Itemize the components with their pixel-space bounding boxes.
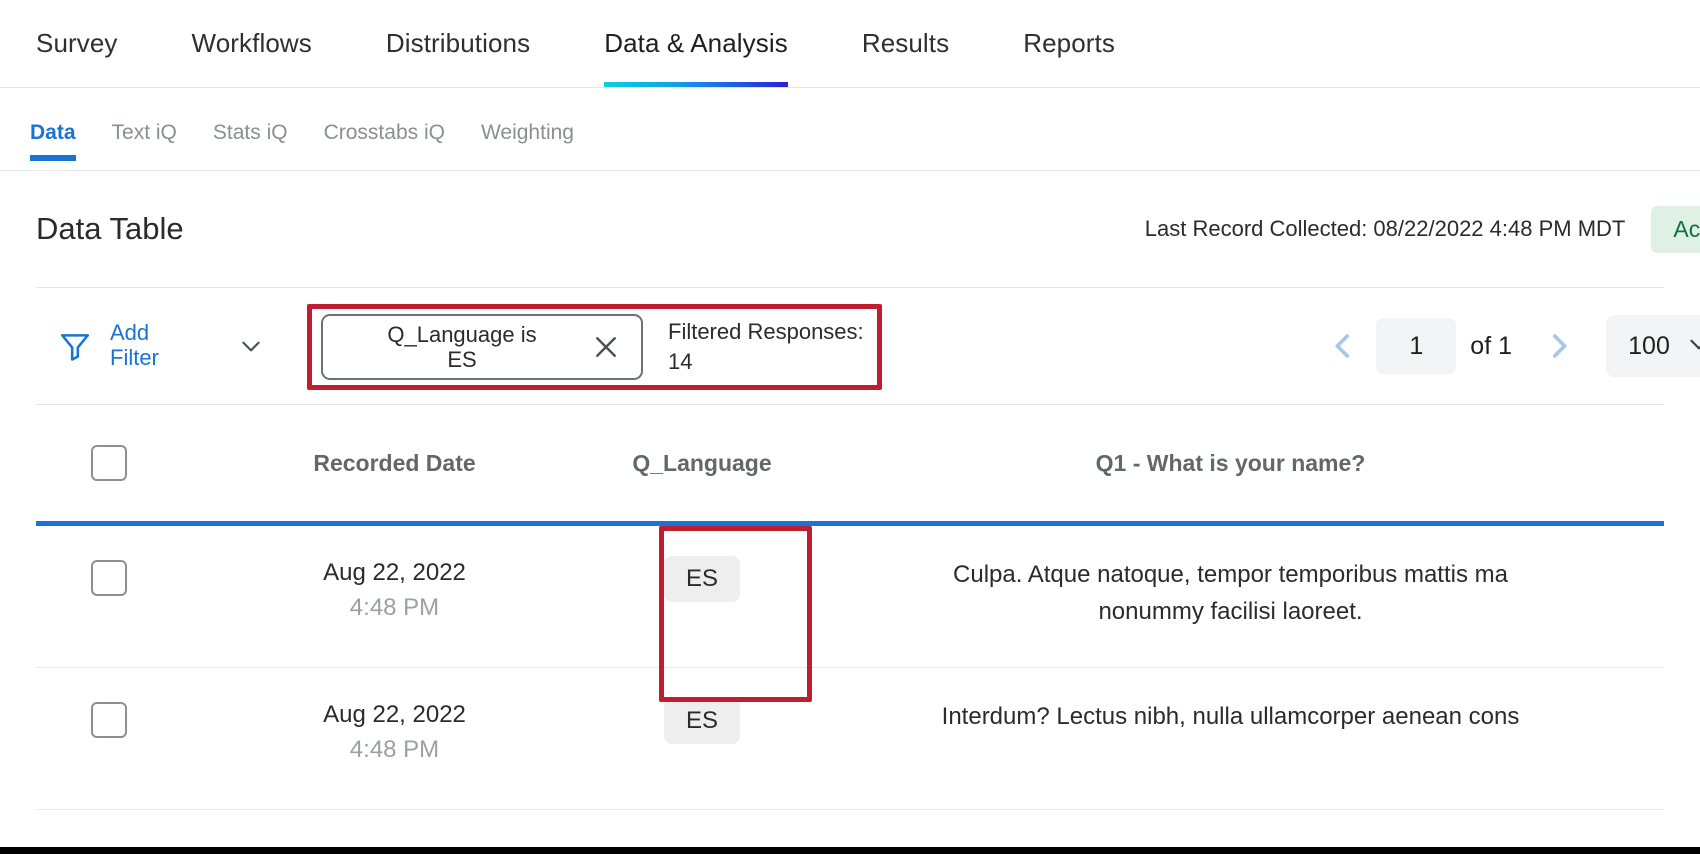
filtered-responses: Filtered Responses: 14	[668, 317, 883, 376]
filter-value: ES	[447, 347, 477, 372]
close-icon[interactable]	[591, 332, 621, 362]
viewport-bottom-edge	[0, 847, 1700, 854]
add-filter-label[interactable]: Add Filter	[110, 320, 196, 370]
cell-q-language: ES	[607, 556, 797, 603]
nav-label: Reports	[1023, 28, 1115, 58]
page-number-input[interactable]	[1376, 318, 1457, 374]
table-row[interactable]: Aug 22, 2022 4:48 PM ES Culpa. Atque nat…	[36, 526, 1664, 668]
add-filter-control[interactable]: Add Filter	[36, 320, 196, 370]
filtered-responses-count: 14	[668, 349, 693, 374]
nav-label: Data & Analysis	[604, 28, 788, 58]
nav-label: Distributions	[385, 28, 531, 58]
tab-data[interactable]: Data	[30, 88, 76, 161]
cell-q1: Culpa. Atque natoque, tempor temporibus …	[953, 561, 1508, 626]
tab-label: Stats iQ	[212, 121, 288, 144]
primary-navigation: Survey Workflows Distributions Data & An…	[0, 0, 1700, 88]
filter-field-condition: Q_Language is	[387, 321, 537, 347]
tab-label: Text iQ	[111, 121, 177, 144]
nav-label: Results	[861, 28, 950, 58]
status-badge: Active	[1651, 205, 1700, 253]
chevron-down-icon	[1686, 331, 1700, 362]
active-filter-pill[interactable]: Q_Language is ES	[321, 314, 643, 380]
data-table: Recorded Date Q_Language Q1 - What is yo…	[36, 405, 1664, 810]
chevron-left-icon[interactable]	[1326, 329, 1360, 363]
nav-item-distributions[interactable]: Distributions	[386, 0, 568, 87]
nav-item-results[interactable]: Results	[862, 0, 987, 87]
select-all-cell	[36, 445, 182, 481]
tab-weighting[interactable]: Weighting	[481, 88, 574, 145]
table-header-row: Recorded Date Q_Language Q1 - What is yo…	[36, 405, 1664, 521]
pagination-controls: of 1 100	[1310, 288, 1700, 404]
column-header-q1[interactable]: Q1 - What is your name?	[797, 450, 1664, 477]
table-row[interactable]: Aug 22, 2022 4:48 PM ES Interdum? Lectus…	[36, 668, 1664, 810]
select-all-checkbox[interactable]	[91, 445, 127, 481]
page-size-select[interactable]: 100	[1606, 315, 1700, 377]
page-size-value: 100	[1628, 331, 1670, 360]
tab-label: Crosstabs iQ	[323, 121, 445, 144]
active-filter-group: Q_Language is ES Filtered Responses: 14	[321, 314, 883, 380]
nav-item-survey[interactable]: Survey	[36, 0, 156, 87]
cell-q1: Interdum? Lectus nibh, nulla ullamcorper…	[941, 703, 1520, 730]
row-checkbox[interactable]	[91, 560, 127, 596]
page-total-label: of 1	[1470, 331, 1512, 360]
row-select-cell	[36, 556, 182, 596]
nav-item-workflows[interactable]: Workflows	[192, 0, 350, 87]
tab-text-iq[interactable]: Text iQ	[112, 88, 177, 145]
row-select-cell	[36, 698, 182, 738]
tab-label: Weighting	[480, 121, 574, 144]
tab-label: Data	[30, 121, 76, 144]
nav-label: Workflows	[191, 28, 312, 58]
nav-label: Survey	[36, 28, 118, 58]
nav-item-reports[interactable]: Reports	[1023, 0, 1153, 87]
table-body: Aug 22, 2022 4:48 PM ES Culpa. Atque nat…	[36, 526, 1664, 810]
active-tab-underline	[604, 82, 788, 87]
cell-recorded-date: Aug 22, 2022 4:48 PM	[323, 701, 466, 763]
page-title: Data Table	[36, 211, 184, 246]
header-meta: Last Record Collected: 08/22/2022 4:48 P…	[1145, 171, 1700, 287]
chevron-right-icon[interactable]	[1542, 329, 1576, 363]
filter-toolbar: Add Filter Q_Language is ES Filtered Res…	[36, 287, 1700, 405]
nav-item-data-and-analysis[interactable]: Data & Analysis	[604, 0, 826, 87]
language-chip: ES	[663, 698, 740, 745]
tab-crosstabs-iq[interactable]: Crosstabs iQ	[324, 88, 445, 145]
language-chip: ES	[663, 556, 740, 603]
filtered-responses-label: Filtered Responses:	[668, 319, 864, 345]
tab-stats-iq[interactable]: Stats iQ	[213, 88, 288, 145]
secondary-navigation: Data Text iQ Stats iQ Crosstabs iQ Weigh…	[0, 88, 1700, 171]
page-header: Data Table Last Record Collected: 08/22/…	[0, 171, 1700, 287]
cell-q-language: ES	[607, 698, 797, 745]
last-record-collected: Last Record Collected: 08/22/2022 4:48 P…	[1144, 216, 1626, 241]
active-subtab-underline	[30, 155, 76, 161]
row-checkbox[interactable]	[91, 702, 127, 738]
funnel-icon	[58, 329, 92, 363]
column-header-recorded-date[interactable]: Recorded Date	[182, 450, 607, 477]
column-header-q-language[interactable]: Q_Language	[607, 450, 797, 477]
cell-recorded-date: Aug 22, 2022 4:48 PM	[323, 559, 466, 621]
filter-chevron-down-icon[interactable]	[238, 333, 264, 359]
active-filter-text: Q_Language is ES	[339, 322, 585, 373]
